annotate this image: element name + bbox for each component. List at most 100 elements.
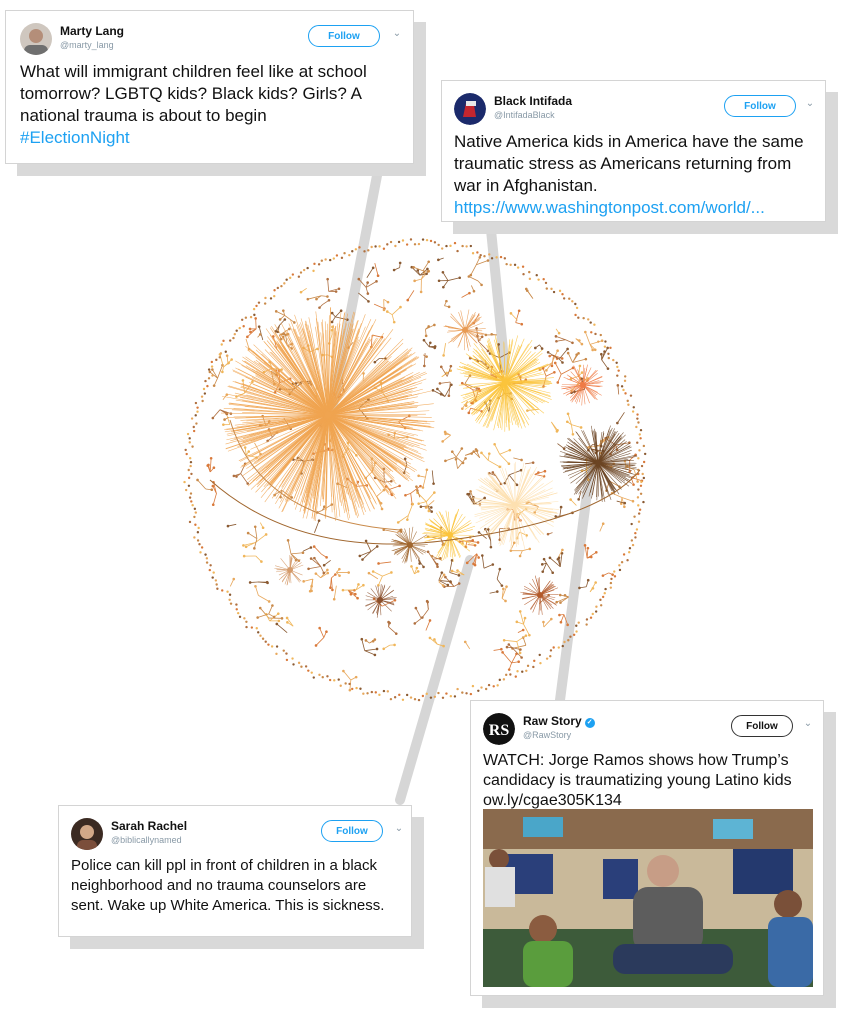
- author-handle[interactable]: @RawStory: [523, 730, 571, 740]
- network-edge: [378, 575, 383, 586]
- network-node: [603, 350, 606, 353]
- network-node: [461, 244, 464, 248]
- follow-button[interactable]: Follow: [731, 715, 793, 737]
- network-node: [307, 669, 310, 672]
- network-node: [509, 312, 513, 315]
- tweet-text: WATCH: Jorge Ramos shows how Trump’s can…: [483, 752, 792, 789]
- chevron-down-icon[interactable]: ⌄: [803, 97, 817, 111]
- chevron-down-icon[interactable]: ⌄: [392, 822, 406, 836]
- network-node: [378, 693, 381, 697]
- follow-button[interactable]: Follow: [724, 95, 796, 117]
- chevron-down-icon[interactable]: ⌄: [801, 717, 815, 731]
- network-node: [211, 503, 215, 506]
- network-edge: [546, 562, 554, 573]
- network-node: [278, 318, 282, 321]
- network-edge: [258, 595, 270, 602]
- network-node: [624, 392, 627, 395]
- network-node: [437, 243, 440, 247]
- network-edge: [617, 412, 625, 424]
- network-node: [322, 563, 326, 567]
- network-edge: [410, 493, 413, 505]
- network-node: [589, 616, 593, 619]
- network-node: [433, 346, 437, 350]
- network-node: [582, 316, 585, 320]
- network-node: [525, 669, 528, 672]
- network-edge: [359, 551, 372, 557]
- network-node: [643, 452, 647, 456]
- hashtag-link[interactable]: #ElectionNight: [20, 127, 401, 149]
- network-node: [609, 346, 612, 350]
- network-node: [417, 698, 421, 702]
- network-node: [566, 347, 569, 351]
- network-node: [554, 515, 558, 518]
- network-node: [450, 569, 454, 573]
- network-node: [215, 358, 218, 362]
- network-node: [242, 554, 246, 558]
- follow-button[interactable]: Follow: [308, 25, 380, 47]
- network-node: [615, 361, 618, 364]
- tweet-card-marty-lang[interactable]: Marty Lang @marty_lang Follow ⌄ What wil…: [5, 10, 414, 164]
- article-link[interactable]: https://www.washingtonpost.com/world/...: [454, 197, 813, 219]
- chevron-down-icon[interactable]: ⌄: [390, 27, 404, 41]
- tweet-card-raw-story[interactable]: RS Raw Story ✓ @RawStory Follow ⌄ WATCH: …: [470, 700, 824, 996]
- network-node: [390, 571, 393, 574]
- author-name[interactable]: Sarah Rachel: [111, 819, 187, 833]
- network-node: [591, 612, 594, 616]
- network-node: [437, 279, 441, 283]
- network-node: [505, 645, 509, 649]
- author-handle[interactable]: @marty_lang: [60, 40, 114, 50]
- author-handle[interactable]: @IntifadaBlack: [494, 110, 555, 120]
- tweet-card-black-intifada[interactable]: Black Intifada @IntifadaBlack Follow ⌄ N…: [441, 80, 826, 222]
- network-edge: [496, 568, 501, 580]
- network-node: [422, 565, 425, 569]
- network-node: [437, 258, 440, 262]
- network-node: [550, 617, 553, 621]
- network-node: [599, 598, 602, 602]
- network-node: [454, 457, 458, 461]
- network-node: [498, 567, 502, 571]
- network-node: [235, 329, 238, 332]
- network-node: [638, 449, 641, 452]
- network-node: [375, 280, 378, 283]
- network-node: [487, 683, 491, 687]
- network-node: [476, 251, 479, 254]
- author-name[interactable]: Raw Story ✓: [523, 714, 595, 728]
- network-node: [483, 496, 486, 500]
- short-link[interactable]: ow.ly/cgae305K134: [483, 791, 811, 811]
- network-node: [551, 571, 554, 575]
- network-node: [622, 553, 626, 556]
- network-node: [255, 304, 258, 308]
- network-node: [405, 693, 409, 697]
- network-edge: [534, 470, 546, 475]
- network-edge: [421, 609, 429, 618]
- network-node: [361, 558, 364, 561]
- network-node: [425, 692, 428, 696]
- network-node: [636, 480, 639, 483]
- network-node: [413, 698, 417, 701]
- network-node: [549, 654, 552, 658]
- classroom-photo-image[interactable]: [483, 809, 813, 987]
- author-name[interactable]: Marty Lang: [60, 24, 124, 38]
- network-node: [210, 360, 214, 364]
- follow-button[interactable]: Follow: [321, 820, 383, 842]
- network-node: [539, 661, 542, 665]
- network-node: [620, 561, 624, 564]
- network-node: [293, 321, 296, 324]
- network-node: [232, 474, 236, 478]
- network-node: [192, 429, 196, 433]
- author-handle[interactable]: @biblicallynamed: [111, 835, 182, 845]
- network-edge: [463, 329, 466, 351]
- network-node: [630, 522, 633, 526]
- network-node: [479, 253, 482, 257]
- network-node: [364, 639, 368, 642]
- network-node: [313, 262, 316, 266]
- network-node: [465, 692, 468, 695]
- person-photo-icon: [71, 818, 103, 850]
- network-node: [330, 320, 334, 324]
- network-node: [520, 322, 524, 326]
- tweet-card-sarah-rachel[interactable]: Sarah Rachel @biblicallynamed Follow ⌄ P…: [58, 805, 412, 937]
- network-node: [633, 515, 636, 518]
- author-name[interactable]: Black Intifada: [494, 94, 572, 108]
- network-node: [306, 266, 309, 270]
- network-edge: [245, 338, 250, 350]
